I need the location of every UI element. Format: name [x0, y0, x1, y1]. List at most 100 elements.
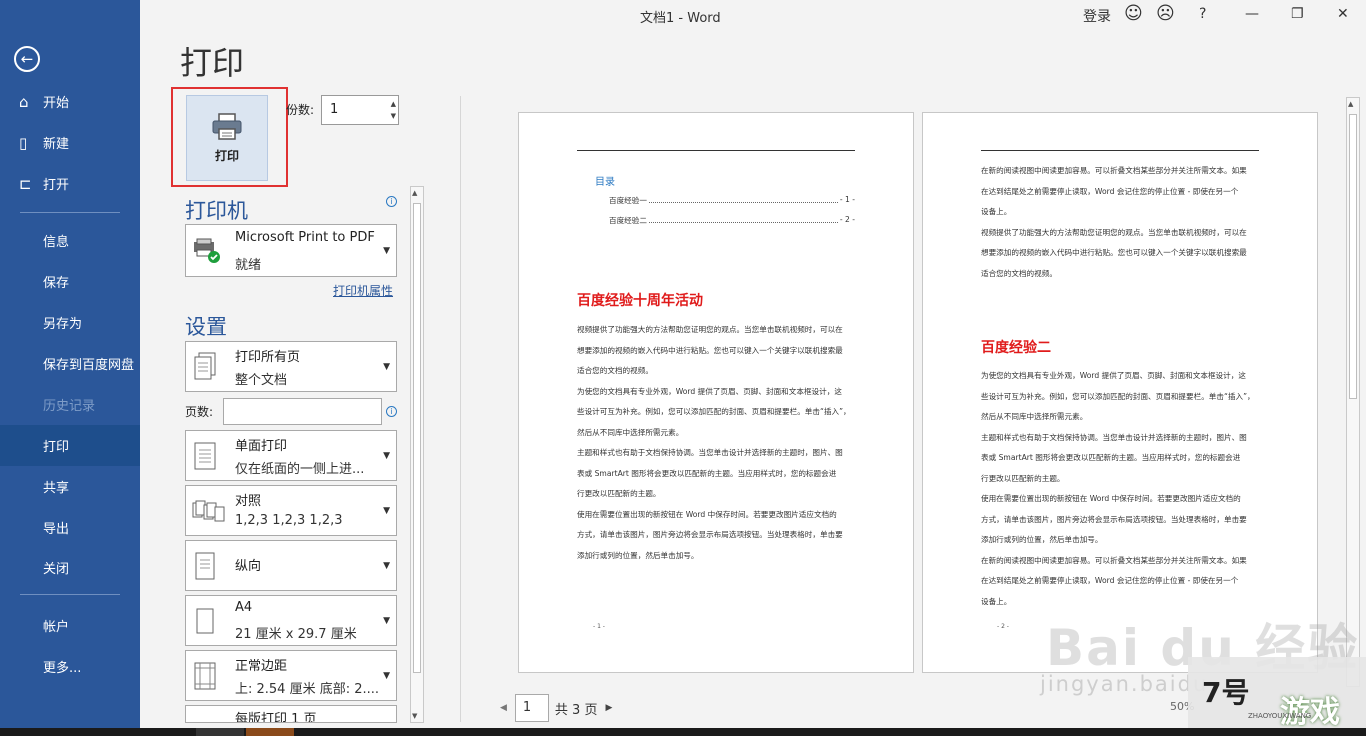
document-line: 在新的阅读视图中阅读更加容易。可以折叠文档某些部分并关注所需文本。如果: [981, 166, 1247, 175]
document-line: 设备上。: [981, 207, 1012, 216]
next-page-icon[interactable]: ▶: [605, 703, 612, 713]
document-line: 在达到结尾处之前需要停止读取，Word 会记住您的停止位置 - 即使在另一个: [981, 186, 1239, 196]
document-line: 些设计可互为补充。例如，您可以添加匹配的封面、页眉和提要栏。单击“插入”，: [577, 407, 851, 416]
document-line: 使用在需要位置出现的新按钮在 Word 中保存时间。若要更改图片适应文档的: [577, 509, 837, 519]
nav-item-share[interactable]: 共享: [0, 466, 140, 507]
taskbar-item[interactable]: [246, 728, 294, 736]
nav-item-history: 历史记录: [0, 384, 140, 425]
preview-page-1: 目录 百度经验一 - 1 - 百度经验二 - 2 - 百度经验十周年活动 视频提供了…: [518, 112, 914, 673]
nav-item-open[interactable]: ⊏ 打开: [0, 163, 140, 204]
document-line: 在达到结尾处之前需要停止读取，Word 会记住您的停止位置 - 即使在另一个: [981, 576, 1239, 585]
page-number: - 1 -: [593, 623, 605, 630]
print-button-label: 打印: [214, 148, 239, 163]
smile-feedback-icon[interactable]: ☺: [1124, 3, 1143, 24]
header-rule: [577, 150, 855, 151]
settings-scrollbar[interactable]: ▲ ▼: [410, 186, 424, 723]
printer-name: Microsoft Print to PDF: [235, 230, 375, 245]
pages-input[interactable]: [223, 398, 382, 425]
pages-icon: [194, 352, 216, 379]
nav-label: 保存: [43, 276, 70, 291]
info-icon[interactable]: i: [386, 406, 397, 417]
nav-item-more[interactable]: 更多...: [0, 646, 140, 687]
document-line: 为使您的文档具有专业外观，Word 提供了页眉、页脚、封面和文本框设计，这: [577, 386, 842, 396]
paper-size-icon: [196, 608, 214, 633]
jingyan-watermark: jingyan.baidu: [1040, 672, 1209, 696]
document-line: 行更改以匹配新的主题。: [577, 489, 661, 498]
document-body: 在新的阅读视图中阅读更加容易。可以折叠文档某些部分并关注所需文本。如果 在达到结…: [981, 161, 1259, 284]
nav-item-info[interactable]: 信息: [0, 220, 140, 261]
scroll-down-icon[interactable]: ▼: [412, 712, 417, 720]
nav-item-close[interactable]: 关闭: [0, 547, 140, 588]
orientation-label: 纵向: [235, 559, 262, 574]
document-line: 为使您的文档具有专业外观，Word 提供了页眉、页脚、封面和文本框设计，这: [981, 371, 1246, 380]
print-range-label: 打印所有页: [235, 350, 301, 365]
sides-label: 单面打印: [235, 439, 288, 454]
previous-page-icon[interactable]: ◀: [500, 703, 507, 713]
copies-stepper[interactable]: 1 ▲ ▼: [321, 95, 399, 125]
nav-label: 关闭: [43, 562, 70, 577]
nav-label: 导出: [43, 522, 70, 537]
nav-item-export[interactable]: 导出: [0, 507, 140, 548]
scrollbar-thumb[interactable]: [413, 203, 421, 673]
scroll-up-icon[interactable]: ▲: [412, 189, 417, 197]
info-icon[interactable]: i: [386, 196, 397, 207]
scroll-up-icon[interactable]: ▲: [1348, 100, 1353, 108]
restore-icon[interactable]: ❐: [1291, 6, 1304, 22]
document-heading: 百度经验十周年活动: [577, 293, 703, 309]
current-page-input[interactable]: 1: [514, 694, 549, 722]
toc-entry-page: - 1 -: [839, 195, 855, 204]
frown-feedback-icon[interactable]: ☹: [1156, 3, 1175, 24]
document-line: 添加行或列的位置，然后单击加号。: [577, 550, 699, 560]
chevron-down-icon: ▼: [383, 505, 390, 516]
nav-item-save-as[interactable]: 另存为: [0, 302, 140, 343]
printer-dropdown[interactable]: Microsoft Print to PDF 就绪 ▼: [185, 224, 397, 277]
collate-label: 对照: [235, 494, 262, 509]
taskbar-item[interactable]: [196, 728, 244, 736]
copies-label: 份数:: [286, 103, 315, 117]
printer-properties-link[interactable]: 打印机属性: [333, 282, 393, 299]
nav-label: 更多...: [43, 661, 82, 676]
toc-entry[interactable]: 百度经验二 - 2 -: [609, 215, 855, 226]
scrollbar-thumb[interactable]: [1349, 114, 1357, 399]
pages-per-sheet-label: 每版打印 1 页: [235, 712, 317, 723]
paper-size-dropdown[interactable]: A4 21 厘米 x 29.7 厘米 ▼: [185, 595, 397, 646]
nav-label: 打开: [43, 178, 70, 193]
nav-divider: [20, 212, 120, 213]
nav-item-save[interactable]: 保存: [0, 261, 140, 302]
orientation-dropdown[interactable]: 纵向 ▼: [185, 540, 397, 591]
document-line: 主题和样式也有助于文档保持协调。当您单击设计并选择新的主题时，图片、图: [577, 448, 843, 457]
document-body: 视频提供了功能强大的方法帮助您证明您的观点。当您单击联机视频时，可以在 想要添加…: [577, 320, 855, 566]
pages-per-sheet-dropdown[interactable]: 每版打印 1 页: [185, 705, 397, 723]
nav-item-home[interactable]: ⌂ 开始: [0, 81, 140, 122]
help-icon[interactable]: ?: [1199, 6, 1206, 22]
toc-entry[interactable]: 百度经验一 - 1 -: [609, 195, 855, 206]
portrait-icon: [195, 552, 215, 579]
sides-dropdown[interactable]: 单面打印 仅在纸面的一侧上进... ▼: [185, 430, 397, 481]
game-logo-right: 游戏: [1280, 695, 1340, 730]
print-button[interactable]: 打印: [186, 95, 268, 181]
nav-item-save-baidu[interactable]: 保存到百度网盘: [0, 343, 140, 384]
nav-item-account[interactable]: 帐户: [0, 605, 140, 646]
document-line: 想要添加的视频的嵌入代码中进行粘贴。您也可以键入一个关键字以联机搜索最: [981, 248, 1247, 257]
nav-item-new[interactable]: ▯ 新建: [0, 122, 140, 163]
sign-in-link[interactable]: 登录: [1083, 6, 1111, 26]
collate-desc: 1,2,3 1,2,3 1,2,3: [235, 513, 343, 528]
collate-dropdown[interactable]: 对照 1,2,3 1,2,3 1,2,3 ▼: [185, 485, 397, 536]
margins-desc: 上: 2.54 厘米 底部: 2....: [235, 682, 380, 697]
document-body: 为使您的文档具有专业外观，Word 提供了页眉、页脚、封面和文本框设计，这 些设…: [981, 366, 1259, 612]
close-icon[interactable]: ✕: [1337, 6, 1349, 22]
preview-scrollbar[interactable]: ▲: [1346, 97, 1360, 687]
back-arrow-icon[interactable]: ←: [14, 46, 40, 72]
minimize-icon[interactable]: —: [1245, 6, 1259, 22]
header-rule: [981, 150, 1259, 151]
margins-dropdown[interactable]: 正常边距 上: 2.54 厘米 底部: 2.... ▼: [185, 650, 397, 701]
folder-open-icon: ⊏: [19, 174, 32, 193]
document-line: 适合您的文档的视频。: [577, 366, 653, 375]
print-range-dropdown[interactable]: 打印所有页 整个文档 ▼: [185, 341, 397, 392]
paper-size-label: A4: [235, 600, 253, 615]
toc-title: 目录: [595, 177, 615, 188]
nav-label: 历史记录: [43, 399, 96, 414]
spin-arrows-icon[interactable]: ▲ ▼: [391, 98, 396, 122]
nav-item-print[interactable]: 打印: [0, 425, 140, 466]
document-line: 适合您的文档的视频。: [981, 268, 1057, 278]
